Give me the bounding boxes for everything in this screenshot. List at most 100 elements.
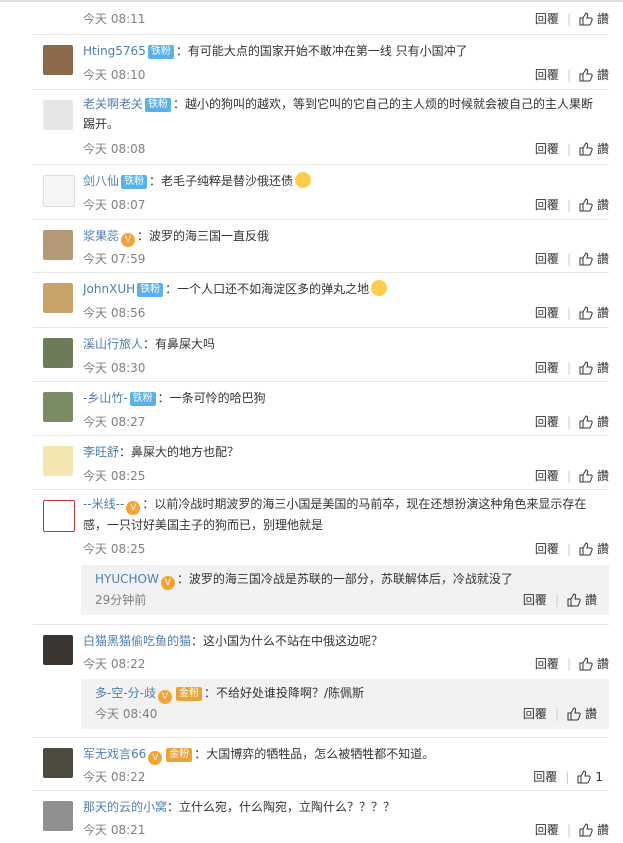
like-button[interactable]: 讚 bbox=[597, 198, 609, 212]
like-button[interactable]: 讚 bbox=[597, 469, 609, 483]
comment-username[interactable]: 浆果蕊 bbox=[83, 229, 119, 243]
reply-button[interactable]: 回覆 bbox=[535, 142, 559, 156]
vip-badge-icon: V bbox=[158, 690, 172, 704]
reply-button[interactable]: 回覆 bbox=[535, 542, 559, 556]
reply-actions: 回覆 | 讚 bbox=[522, 593, 597, 607]
comment-item: --米线-- V ：以前冷战时期波罗的海三小国是美国的马前卒，现在还想扮演这种角色来… bbox=[33, 490, 609, 625]
thumb-up-icon[interactable] bbox=[579, 198, 593, 212]
vip-badge-icon: V bbox=[121, 233, 136, 247]
thumb-up-icon[interactable] bbox=[577, 770, 592, 784]
like-button[interactable]: 讚 bbox=[597, 823, 609, 837]
fan-badge: 铁粉 bbox=[121, 175, 148, 189]
thumb-up-icon[interactable] bbox=[579, 823, 593, 837]
reply-username[interactable]: HYUCHOW bbox=[95, 572, 159, 586]
reply-button[interactable]: 回覆 bbox=[535, 252, 559, 266]
like-count[interactable]: 1 bbox=[595, 770, 603, 784]
avatar[interactable] bbox=[43, 283, 73, 313]
reply-button[interactable]: 回覆 bbox=[535, 12, 559, 26]
like-button[interactable]: 讚 bbox=[585, 707, 597, 721]
like-button[interactable]: 讚 bbox=[597, 415, 609, 429]
like-button[interactable]: 讚 bbox=[597, 306, 609, 320]
like-button[interactable]: 讚 bbox=[597, 142, 609, 156]
thumb-up-icon[interactable] bbox=[567, 707, 581, 721]
reply-username[interactable]: 多-空-分-歧 bbox=[95, 686, 156, 700]
reply-button[interactable]: 回覆 bbox=[535, 198, 559, 212]
like-button[interactable]: 讚 bbox=[597, 12, 609, 26]
comment-username[interactable]: 白猫黑猫偷吃鱼的猫 bbox=[83, 634, 191, 648]
avatar[interactable] bbox=[43, 100, 73, 130]
thumb-up-icon[interactable] bbox=[579, 469, 593, 483]
avatar[interactable] bbox=[43, 230, 73, 260]
thumb-up-icon[interactable] bbox=[579, 306, 593, 320]
avatar[interactable] bbox=[43, 175, 75, 207]
comment-time: 今天 08:10 bbox=[83, 68, 146, 82]
comment-username[interactable]: 老关啊老关 bbox=[83, 97, 143, 111]
comment-item: 溪山行旅人：有鼻屎大吗 今天 08:30 回覆 | 讚 bbox=[33, 328, 609, 382]
comment-text: ：一条可怜的哈巴狗 bbox=[157, 391, 266, 405]
thumb-up-icon[interactable] bbox=[567, 593, 581, 607]
like-button[interactable]: 讚 bbox=[597, 542, 609, 556]
comment-username[interactable]: 李旺舒 bbox=[83, 445, 119, 459]
vip-badge-icon: V bbox=[148, 751, 163, 765]
reply-button[interactable]: 回覆 bbox=[535, 361, 559, 375]
reply-button[interactable]: 回覆 bbox=[535, 469, 559, 483]
smile-emoji-icon bbox=[295, 172, 312, 188]
reply-button[interactable]: 回覆 bbox=[523, 593, 547, 607]
comment-username[interactable]: 军无戏言66 bbox=[83, 747, 146, 761]
fan-badge: 铁粉 bbox=[129, 392, 156, 406]
thumb-up-icon[interactable] bbox=[579, 361, 593, 375]
comment-text-cont: 踢开。 bbox=[83, 117, 120, 131]
comment-time: 今天 08:25 bbox=[83, 542, 146, 556]
avatar[interactable] bbox=[43, 801, 73, 831]
thumb-up-icon[interactable] bbox=[579, 657, 593, 671]
thumb-up-icon[interactable] bbox=[579, 68, 593, 82]
like-button[interactable]: 讚 bbox=[597, 252, 609, 266]
reply-button[interactable]: 回覆 bbox=[535, 823, 559, 837]
reply-button[interactable]: 回覆 bbox=[535, 657, 559, 671]
reply-button[interactable]: 回覆 bbox=[523, 707, 547, 721]
laugh-emoji-icon bbox=[371, 280, 388, 296]
reply-box: 多-空-分-歧 V 金粉 ：不给好处谁投降啊？/陈佩斯 今天 08:40 回覆 | 讚 bbox=[81, 679, 609, 729]
comment-time: 今天 08:22 bbox=[83, 657, 146, 671]
comment-username[interactable]: -乡山竹- bbox=[83, 391, 128, 405]
comment-username[interactable]: 剑八仙 bbox=[83, 174, 119, 188]
comment-username[interactable]: --米线-- bbox=[83, 497, 124, 511]
comment-time: 今天 08:07 bbox=[83, 198, 146, 212]
reply-button[interactable]: 回覆 bbox=[535, 68, 559, 82]
avatar[interactable] bbox=[43, 338, 73, 368]
reply-button[interactable]: 回覆 bbox=[535, 415, 559, 429]
thumb-up-icon[interactable] bbox=[579, 12, 593, 26]
comment-item: 白猫黑猫偷吃鱼的猫：这小国为什么不站在中俄这边呢？ 今天 08:22 回覆 | 讚… bbox=[33, 625, 609, 738]
vip-badge-icon: V bbox=[160, 576, 175, 590]
comment-feed: 今天 08:11 回覆 | 讚 Hting5765 铁粉 ：有可能大点的国家开始不敢… bbox=[33, 0, 609, 843]
comment-username[interactable]: 溪山行旅人 bbox=[83, 337, 143, 351]
like-button[interactable]: 讚 bbox=[585, 593, 597, 607]
comment-username[interactable]: 那天的云的小窝 bbox=[83, 800, 167, 814]
avatar[interactable] bbox=[43, 635, 73, 665]
comment-item: 浆果蕊 V ：波罗的海三国一直反俄 今天 07:59 回覆 | 讚 bbox=[33, 220, 609, 273]
like-button[interactable]: 讚 bbox=[597, 68, 609, 82]
reply-button[interactable]: 回覆 bbox=[535, 306, 559, 320]
thumb-up-icon[interactable] bbox=[579, 415, 593, 429]
avatar[interactable] bbox=[43, 392, 73, 422]
avatar[interactable] bbox=[43, 748, 73, 778]
comment-username[interactable]: Hting5765 bbox=[83, 44, 146, 58]
avatar[interactable] bbox=[43, 500, 75, 532]
comment-time: 今天 08:11 bbox=[83, 12, 146, 26]
thumb-up-icon[interactable] bbox=[579, 252, 593, 266]
comment-username[interactable]: JohnXUH bbox=[83, 282, 135, 296]
fan-badge: 铁粉 bbox=[147, 45, 174, 59]
thumb-up-icon[interactable] bbox=[579, 142, 593, 156]
comment-text: ：立什么宛，什么陶宛，立陶什么？？？？ bbox=[167, 800, 396, 814]
like-button[interactable]: 讚 bbox=[597, 657, 609, 671]
comment-text: ：一个人口还不如海淀区多的弹丸之地 bbox=[165, 282, 370, 296]
comment-item: 老关啊老关 铁粉 ：越小的狗叫的越欢，等到它叫的它自己的主人烦的时候就会被自己的主人… bbox=[33, 90, 609, 165]
avatar[interactable] bbox=[43, 45, 73, 75]
avatar[interactable] bbox=[43, 446, 73, 476]
comment-time: 今天 08:56 bbox=[83, 306, 146, 320]
reply-text: ：波罗的海三国冷战是苏联的一部分，苏联解体后，冷战就没了 bbox=[176, 572, 513, 586]
thumb-up-icon[interactable] bbox=[579, 542, 593, 556]
reply-button[interactable]: 回覆 bbox=[533, 770, 557, 784]
comment-item: 李旺舒：鼻屎大的地方也配？ 今天 08:25 回覆 | 讚 bbox=[33, 436, 609, 490]
like-button[interactable]: 讚 bbox=[597, 361, 609, 375]
